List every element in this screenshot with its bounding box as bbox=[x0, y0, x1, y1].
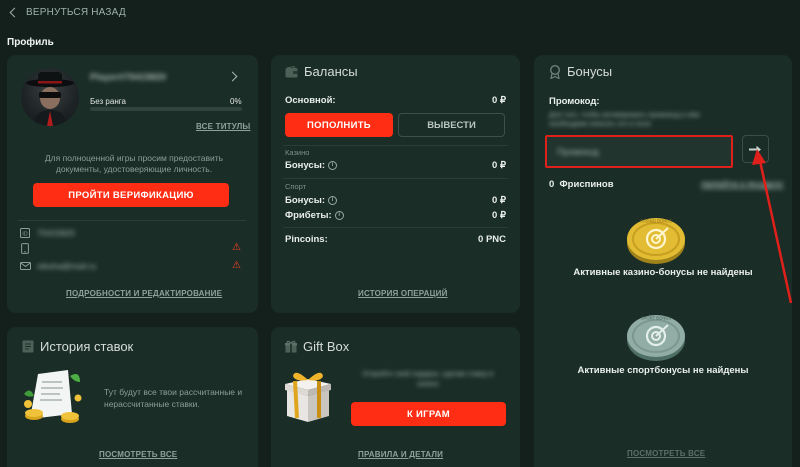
annotation-arrow bbox=[752, 149, 793, 304]
sport-bonus-empty: Активные спортбонусы не найдены bbox=[577, 365, 749, 376]
medal-icon bbox=[550, 64, 560, 79]
mail-icon bbox=[20, 262, 31, 270]
wallet-icon bbox=[285, 65, 298, 77]
freebets-row: Фрибеты: i 0 ₽ bbox=[285, 210, 506, 221]
sport-bonus-coin-icon: SPORT BONUS bbox=[627, 315, 685, 361]
info-icon[interactable]: i bbox=[334, 210, 344, 220]
bonuses-title: Бонусы bbox=[567, 64, 613, 79]
gift-box-illustration bbox=[285, 372, 331, 422]
phone-icon bbox=[21, 243, 29, 254]
sport-coin-text: SPORT BONUS bbox=[641, 316, 672, 321]
promo-placeholder: Промокод bbox=[557, 147, 599, 157]
to-games-button[interactable]: К ИГРАМ bbox=[351, 402, 506, 426]
back-link[interactable]: ВЕРНУТЬСЯ НАЗАД bbox=[8, 7, 126, 18]
email-warning-icon[interactable]: ⚠ bbox=[232, 261, 241, 271]
balances-divider-1 bbox=[283, 145, 508, 146]
main-balance-value: 0 ₽ bbox=[492, 95, 506, 106]
main-balance-row: Основной: 0 ₽ bbox=[285, 95, 506, 106]
freebets-label: Фрибеты: bbox=[285, 210, 332, 221]
info-icon[interactable]: i bbox=[327, 160, 337, 170]
page-title: Профиль bbox=[7, 37, 54, 48]
balances-title-row: Балансы bbox=[285, 64, 358, 79]
username: Player#75415820 bbox=[90, 72, 167, 83]
pincoins-row: Pincoins: 0 PNC bbox=[285, 234, 506, 245]
sport-bonus-label-wrap: Бонусы: i bbox=[285, 195, 337, 206]
receipt-icon bbox=[22, 340, 34, 353]
promo-hint-2: необходимо вписать его в поле bbox=[549, 121, 651, 128]
promo-input[interactable]: Промокод bbox=[545, 135, 733, 168]
promo-label: Промокод: bbox=[549, 96, 600, 107]
casino-bonus-coin-icon: CASINO BONUS bbox=[627, 218, 685, 264]
giftbox-title-row: Gift Box bbox=[285, 339, 349, 354]
rules-details-link[interactable]: ПРАВИЛА И ДЕТАЛИ bbox=[358, 450, 443, 459]
gift-icon bbox=[285, 340, 297, 353]
bonuses-view-all-link[interactable]: ПОСМОТРЕТЬ ВСЕ bbox=[627, 449, 705, 458]
email-value: olesha@mail.ru bbox=[37, 261, 97, 271]
verify-button[interactable]: ПРОЙТИ ВЕРИФИКАЦИЮ bbox=[33, 183, 229, 207]
freebets-value: 0 ₽ bbox=[492, 210, 506, 221]
balances-divider-2 bbox=[283, 178, 508, 179]
profile-divider bbox=[18, 220, 246, 221]
balances-title: Балансы bbox=[304, 64, 358, 79]
bet-history-empty-text: Тут будут все твои рассчитанные и нерасс… bbox=[104, 387, 243, 409]
info-icon[interactable]: i bbox=[327, 195, 337, 205]
sport-bonus-value: 0 ₽ bbox=[492, 195, 506, 206]
verify-message: Для полноценной игры просим предоставить… bbox=[44, 153, 224, 174]
bet-history-title-row: История ставок bbox=[22, 339, 133, 354]
pincoins-value: 0 PNC bbox=[478, 234, 506, 245]
casino-section-label: Казино bbox=[285, 148, 310, 157]
freespins-text: 0 Фриспинов bbox=[549, 179, 614, 190]
id-card-icon: ID bbox=[20, 228, 30, 238]
sport-section-label: Спорт bbox=[285, 182, 307, 191]
withdraw-button[interactable]: ВЫВЕСТИ bbox=[398, 113, 505, 137]
casino-bonus-row: Бонусы: i 0 ₽ bbox=[285, 160, 506, 171]
giftbox-hint: Откройте свой подарок, сделав ставку в к… bbox=[362, 371, 494, 388]
rank-label: Без ранга bbox=[90, 97, 126, 106]
user-id-value: 75415820 bbox=[37, 228, 75, 238]
avatar[interactable] bbox=[21, 68, 79, 126]
pincoins-label: Pincoins: bbox=[285, 234, 328, 245]
svg-text:ID: ID bbox=[22, 232, 28, 238]
casino-bonus-value: 0 ₽ bbox=[492, 160, 506, 171]
bet-history-title: История ставок bbox=[40, 339, 134, 354]
main-balance-label: Основной: bbox=[285, 95, 336, 106]
bet-history-view-all-link[interactable]: ПОСМОТРЕТЬ ВСЕ bbox=[99, 450, 177, 459]
giftbox-title: Gift Box bbox=[303, 339, 350, 354]
sport-bonus-label: Бонусы: bbox=[285, 195, 325, 206]
all-titles-link[interactable]: ВСЕ ТИТУЛЫ bbox=[196, 122, 250, 131]
balances-divider-3 bbox=[283, 227, 508, 228]
casino-coin-text: CASINO BONUS bbox=[640, 219, 672, 224]
details-link[interactable]: ПОДРОБНОСТИ И РЕДАКТИРОВАНИЕ bbox=[66, 289, 222, 298]
promo-hint: Для того, чтобы активировать промокод в … bbox=[549, 112, 700, 119]
back-label: ВЕРНУТЬСЯ НАЗАД bbox=[26, 7, 126, 18]
balances-card bbox=[271, 55, 520, 313]
sport-bonus-row: Бонусы: i 0 ₽ bbox=[285, 195, 506, 206]
operations-history-link[interactable]: ИСТОРИЯ ОПЕРАЦИЙ bbox=[358, 289, 448, 298]
rank-progress-bar bbox=[90, 107, 242, 111]
deposit-button[interactable]: ПОПОЛНИТЬ bbox=[285, 113, 393, 137]
casino-bonus-label-wrap: Бонусы: i bbox=[285, 160, 337, 171]
casino-bonus-label: Бонусы: bbox=[285, 160, 325, 171]
avatar-image bbox=[26, 72, 74, 126]
chevron-left-icon bbox=[9, 7, 20, 18]
bonuses-title-row: Бонусы bbox=[549, 64, 612, 79]
bet-slip-illustration bbox=[24, 370, 82, 423]
phone-warning-icon[interactable]: ⚠ bbox=[232, 243, 241, 253]
rank-progress-text: 0% bbox=[230, 97, 242, 106]
freebets-label-wrap: Фрибеты: i bbox=[285, 210, 344, 221]
